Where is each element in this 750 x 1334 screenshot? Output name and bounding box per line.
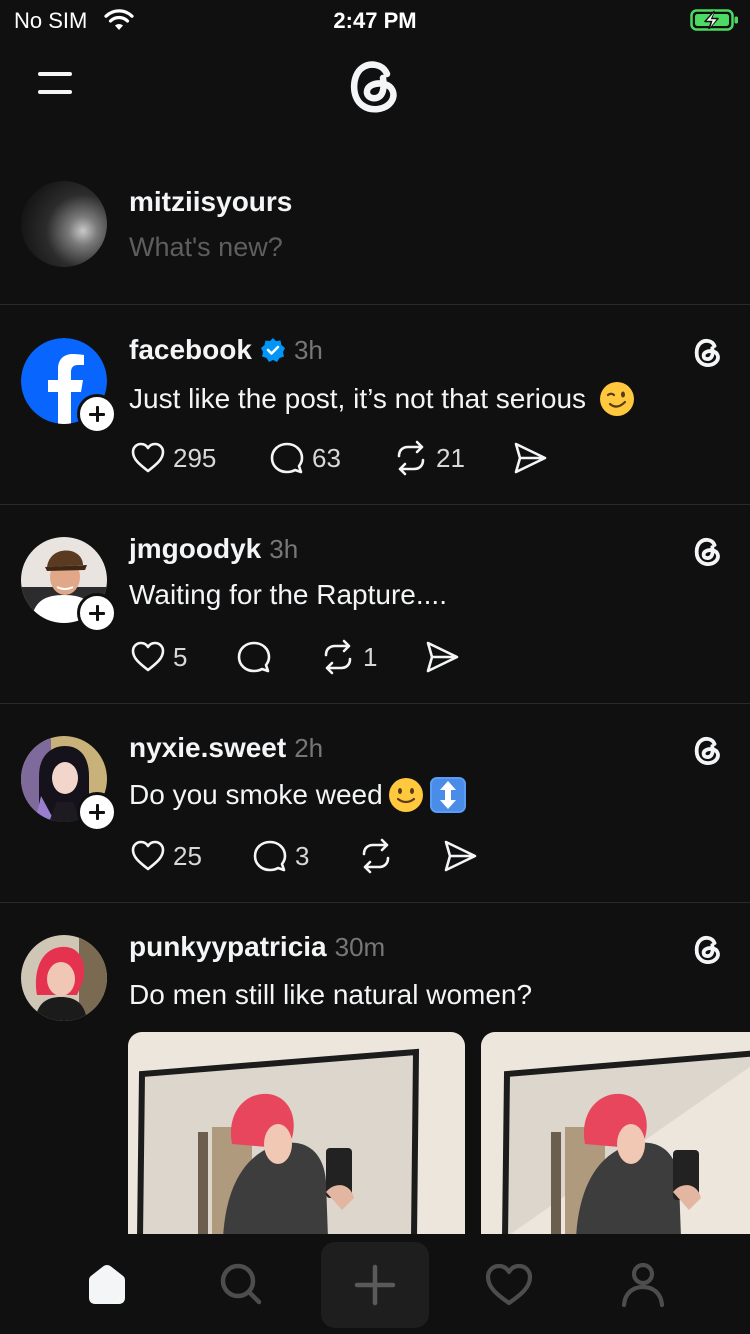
- like-button[interactable]: 295: [129, 438, 216, 478]
- repost-icon: [324, 639, 352, 675]
- post-time: 2h: [294, 732, 324, 763]
- slightly-smiling-face-icon: [388, 778, 423, 812]
- create-icon: [354, 1264, 396, 1306]
- avatar[interactable]: [21, 181, 107, 267]
- menu-icon[interactable]: [34, 66, 78, 100]
- post-text: Waiting for the Rapture....: [129, 579, 447, 610]
- avatar[interactable]: [21, 935, 107, 1021]
- repost-count: 21: [436, 442, 465, 473]
- up-down-arrow-icon: [429, 777, 466, 813]
- like-count: 25: [173, 840, 202, 871]
- verified-badge-icon: [260, 338, 285, 362]
- repost-count: 1: [363, 641, 378, 672]
- activity-icon: [485, 1263, 533, 1306]
- comment-icon: [237, 641, 271, 673]
- heart-icon: [131, 840, 165, 871]
- share-button[interactable]: [511, 438, 549, 478]
- post-jmgoodyk[interactable]: jmgoodyk 3h Waiting for the Rapture.... …: [0, 505, 750, 704]
- search-icon: [220, 1263, 262, 1305]
- reply-button[interactable]: 63: [268, 438, 341, 478]
- heart-icon: [131, 442, 165, 473]
- follow-button[interactable]: [77, 593, 117, 633]
- threads-logo-icon[interactable]: [340, 52, 410, 122]
- winking-face-icon: [600, 382, 635, 416]
- threads-icon[interactable]: [689, 533, 727, 571]
- tab-bar: [0, 1234, 750, 1334]
- like-count: 5: [173, 641, 188, 672]
- like-count: 295: [173, 442, 217, 473]
- send-icon: [444, 840, 477, 872]
- avatar[interactable]: [21, 736, 117, 832]
- repost-icon: [362, 838, 390, 874]
- follow-button[interactable]: [77, 792, 117, 832]
- post-facebook[interactable]: facebook 3h Just like the post, it’s not…: [0, 306, 750, 505]
- post-username[interactable]: facebook: [129, 334, 252, 366]
- post-time: 3h: [293, 334, 323, 365]
- repost-button[interactable]: [357, 836, 395, 876]
- reply-count: 63: [312, 442, 341, 473]
- battery-charging-icon: [690, 9, 738, 31]
- share-button[interactable]: [423, 637, 461, 677]
- post-time: 30m: [334, 931, 386, 962]
- send-icon: [426, 641, 459, 673]
- post-username[interactable]: punkyypatricia: [129, 931, 327, 963]
- like-button[interactable]: 5: [129, 637, 187, 677]
- post-text: Do you smoke weed: [129, 779, 383, 810]
- reply-button[interactable]: [235, 637, 273, 677]
- status-bar: No SIM 2:47 PM: [0, 0, 750, 44]
- tab-home[interactable]: [77, 1254, 137, 1314]
- new-thread-composer[interactable]: mitziisyours What's new?: [0, 160, 750, 305]
- like-button[interactable]: 25: [129, 836, 202, 876]
- avatar[interactable]: [21, 338, 117, 434]
- tab-activity[interactable]: [479, 1254, 539, 1314]
- status-time: 2:47 PM: [333, 8, 417, 33]
- follow-button[interactable]: [77, 394, 117, 434]
- post-time: 3h: [269, 533, 299, 564]
- repost-button[interactable]: 1: [319, 637, 377, 677]
- reply-count: 3: [295, 840, 310, 871]
- threads-icon[interactable]: [689, 931, 727, 969]
- tab-profile[interactable]: [613, 1254, 673, 1314]
- composer-input[interactable]: What's new?: [129, 232, 283, 263]
- comment-icon: [253, 840, 287, 872]
- profile-icon: [621, 1262, 665, 1308]
- send-icon: [514, 442, 547, 474]
- post-text: Do men still like natural women?: [129, 979, 533, 1010]
- threads-icon[interactable]: [689, 732, 727, 770]
- composer-username: mitziisyours: [129, 186, 293, 217]
- comment-icon: [270, 442, 304, 474]
- post-nyxie-sweet[interactable]: nyxie.sweet 2h Do you smoke weed 25 3: [0, 704, 750, 903]
- repost-icon: [397, 440, 425, 476]
- post-text: Just like the post, it’s not that seriou…: [129, 383, 587, 414]
- post-username[interactable]: nyxie.sweet: [129, 732, 286, 764]
- tab-create[interactable]: [321, 1242, 429, 1328]
- repost-button[interactable]: 21: [392, 438, 465, 478]
- heart-icon: [131, 641, 165, 672]
- post-image[interactable]: [128, 1032, 465, 1238]
- tab-search[interactable]: [211, 1254, 271, 1314]
- post-image[interactable]: [481, 1032, 750, 1238]
- profile-photo: [21, 935, 107, 1021]
- post-username[interactable]: jmgoodyk: [129, 533, 261, 565]
- share-button[interactable]: [441, 836, 479, 876]
- reply-button[interactable]: 3: [251, 836, 309, 876]
- avatar[interactable]: [21, 537, 117, 633]
- threads-icon[interactable]: [689, 334, 727, 372]
- home-icon: [89, 1265, 125, 1304]
